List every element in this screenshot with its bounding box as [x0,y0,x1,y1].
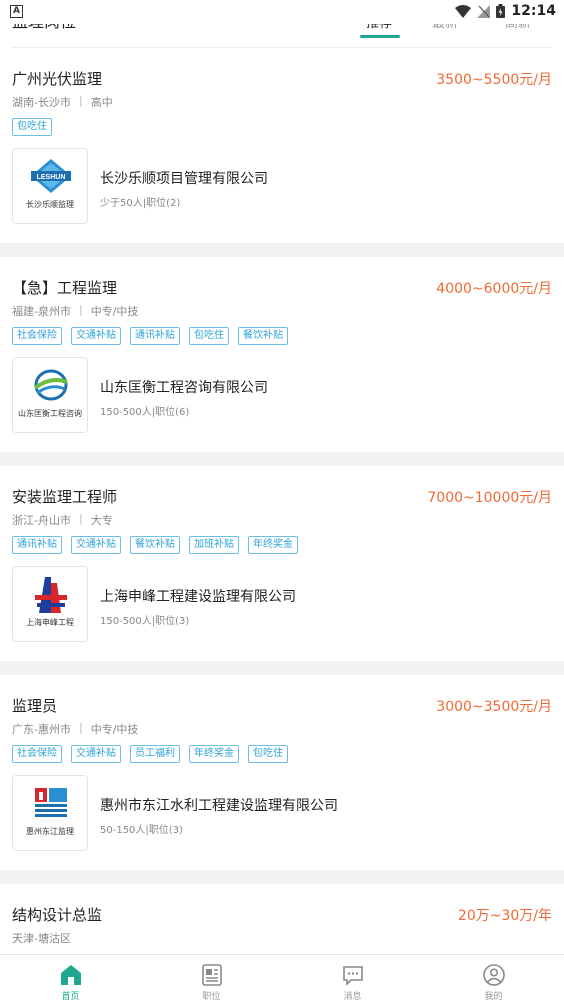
benefit-tag: 年终奖金 [189,745,239,763]
nav-home[interactable]: 首页 [0,955,141,1002]
nav-profile[interactable]: 我的 [423,955,564,1002]
wifi-icon [455,4,472,18]
benefit-tag: 交通补贴 [71,327,121,345]
company-row[interactable]: LESHUN 长沙乐顺监理 长沙乐顺项目管理有限公司 少于50人|职位(2) [12,148,552,226]
app-notification-icon: A [10,5,23,18]
company-info: 150-500人|职位(3) [100,616,190,627]
logo-caption: 长沙乐顺监理 [26,200,74,209]
benefit-tag: 通讯补贴 [130,327,180,345]
benefit-tag: 餐饮补贴 [238,327,288,345]
company-info: 150-500人|职位(6) [100,407,190,418]
job-meta: 广东-惠州市 | 中专/中技 [12,721,138,737]
separator: | [78,721,83,734]
salary: 4000~6000元/月 [436,281,552,297]
nav-label: 首页 [61,992,80,1002]
job-list-icon [201,964,222,986]
company-name: 惠州市东江水利工程建设监理有限公司 [100,798,338,814]
location: 天津-塘沽区 [12,932,71,945]
logo-caption: 惠州东江监理 [26,827,74,836]
logo-mark-text: LESHUN [37,174,66,181]
kuangheng-logo-icon [33,369,68,401]
company-info: 50-150人|职位(3) [100,825,183,836]
separator: | [78,94,83,107]
company-row[interactable]: 惠州东江监理 惠州市东江水利工程建设监理有限公司 50-150人|职位(3) [12,775,552,853]
company-logo: 上海申峰工程 [12,566,88,642]
job-title: 安装监理工程师 [12,488,118,506]
status-bar: A 12:14 [0,0,564,24]
salary: 3500~5500元/月 [436,72,552,88]
salary: 3000~3500元/月 [436,699,552,715]
nav-label: 我的 [484,992,503,1002]
benefit-tag: 社会保险 [12,745,62,763]
benefit-tag: 包吃住 [12,118,52,136]
leshun-logo-icon: LESHUN [31,159,71,193]
benefit-tags: 社会保险 交通补贴 通讯补贴 包吃住 餐饮补贴 [12,327,288,345]
benefit-tag: 员工福利 [130,745,180,763]
nav-label: 职位 [202,992,221,1002]
job-meta: 福建-泉州市 | 中专/中技 [12,303,138,319]
benefit-tags: 社会保险 交通补贴 员工福利 年终奖金 包吃住 [12,745,288,763]
signal-icon [477,4,491,18]
education: 高中 [90,96,113,109]
dongjiang-logo-icon [35,788,67,817]
company-logo: 山东匡衡工程咨询 [12,357,88,433]
separator: | [78,512,83,525]
company-name: 上海申峰工程建设监理有限公司 [100,589,296,605]
benefit-tag: 社会保险 [12,327,62,345]
salary: 20万~30万/年 [457,908,552,924]
job-title: 结构设计总监 [12,906,103,924]
profile-icon [482,964,505,986]
company-logo: LESHUN 长沙乐顺监理 [12,148,88,224]
location: 广东-惠州市 [12,723,71,736]
message-icon [342,966,363,986]
nav-messages[interactable]: 消息 [282,955,423,1002]
location: 湖南-长沙市 [12,96,71,109]
company-logo: 惠州东江监理 [12,775,88,851]
battery-icon [496,4,506,18]
job-card[interactable]: 【急】工程监理 4000~6000元/月 福建-泉州市 | 中专/中技 社会保险… [0,257,564,452]
education: 中专/中技 [90,723,139,736]
shenfeng-logo-icon [35,577,67,613]
bottom-nav: 首页 职位 消息 我的 [0,954,564,1002]
status-time: 12:14 [511,3,556,19]
nav-label: 消息 [343,992,362,1002]
logo-caption: 上海申峰工程 [26,618,74,627]
benefit-tag: 餐饮补贴 [130,536,180,554]
job-card[interactable]: 广州光伏监理 3500~5500元/月 湖南-长沙市 | 高中 包吃住 LESH… [0,48,564,243]
logo-caption: 山东匡衡工程咨询 [18,409,82,418]
benefit-tags: 包吃住 [12,118,52,136]
home-icon [60,965,81,985]
job-title: 广州光伏监理 [12,70,103,88]
benefit-tag: 包吃住 [189,327,229,345]
benefit-tag: 交通补贴 [71,745,121,763]
benefit-tag: 包吃住 [248,745,288,763]
job-meta: 湖南-长沙市 | 高中 [12,94,113,110]
location: 福建-泉州市 [12,305,71,318]
nav-jobs[interactable]: 职位 [141,955,282,1002]
education: 大专 [90,514,113,527]
benefit-tags: 通讯补贴 交通补贴 餐饮补贴 加班补贴 年终奖金 [12,536,298,554]
company-row[interactable]: 上海申峰工程 上海申峰工程建设监理有限公司 150-500人|职位(3) [12,566,552,644]
job-card[interactable]: 监理员 3000~3500元/月 广东-惠州市 | 中专/中技 社会保险 交通补… [0,675,564,870]
education: 中专/中技 [90,305,139,318]
job-meta: 浙江-舟山市 | 大专 [12,512,113,528]
company-name: 山东匡衡工程咨询有限公司 [100,380,268,396]
benefit-tag: 加班补贴 [189,536,239,554]
company-name: 长沙乐顺项目管理有限公司 [100,171,268,187]
job-card[interactable]: 结构设计总监 20万~30万/年 天津-塘沽区 [0,884,564,964]
location: 浙江-舟山市 [12,514,71,527]
job-title: 监理员 [12,697,58,715]
job-list: 广州光伏监理 3500~5500元/月 湖南-长沙市 | 高中 包吃住 LESH… [0,48,564,978]
job-title: 【急】工程监理 [12,279,118,297]
job-card[interactable]: 安装监理工程师 7000~10000元/月 浙江-舟山市 | 大专 通讯补贴 交… [0,466,564,661]
company-info: 少于50人|职位(2) [100,198,181,209]
benefit-tag: 通讯补贴 [12,536,62,554]
benefit-tag: 年终奖金 [248,536,298,554]
salary: 7000~10000元/月 [427,490,552,506]
separator: | [78,303,83,316]
benefit-tag: 交通补贴 [71,536,121,554]
active-tab-indicator [360,35,400,38]
job-meta: 天津-塘沽区 [12,930,71,946]
company-row[interactable]: 山东匡衡工程咨询 山东匡衡工程咨询有限公司 150-500人|职位(6) [12,357,552,435]
